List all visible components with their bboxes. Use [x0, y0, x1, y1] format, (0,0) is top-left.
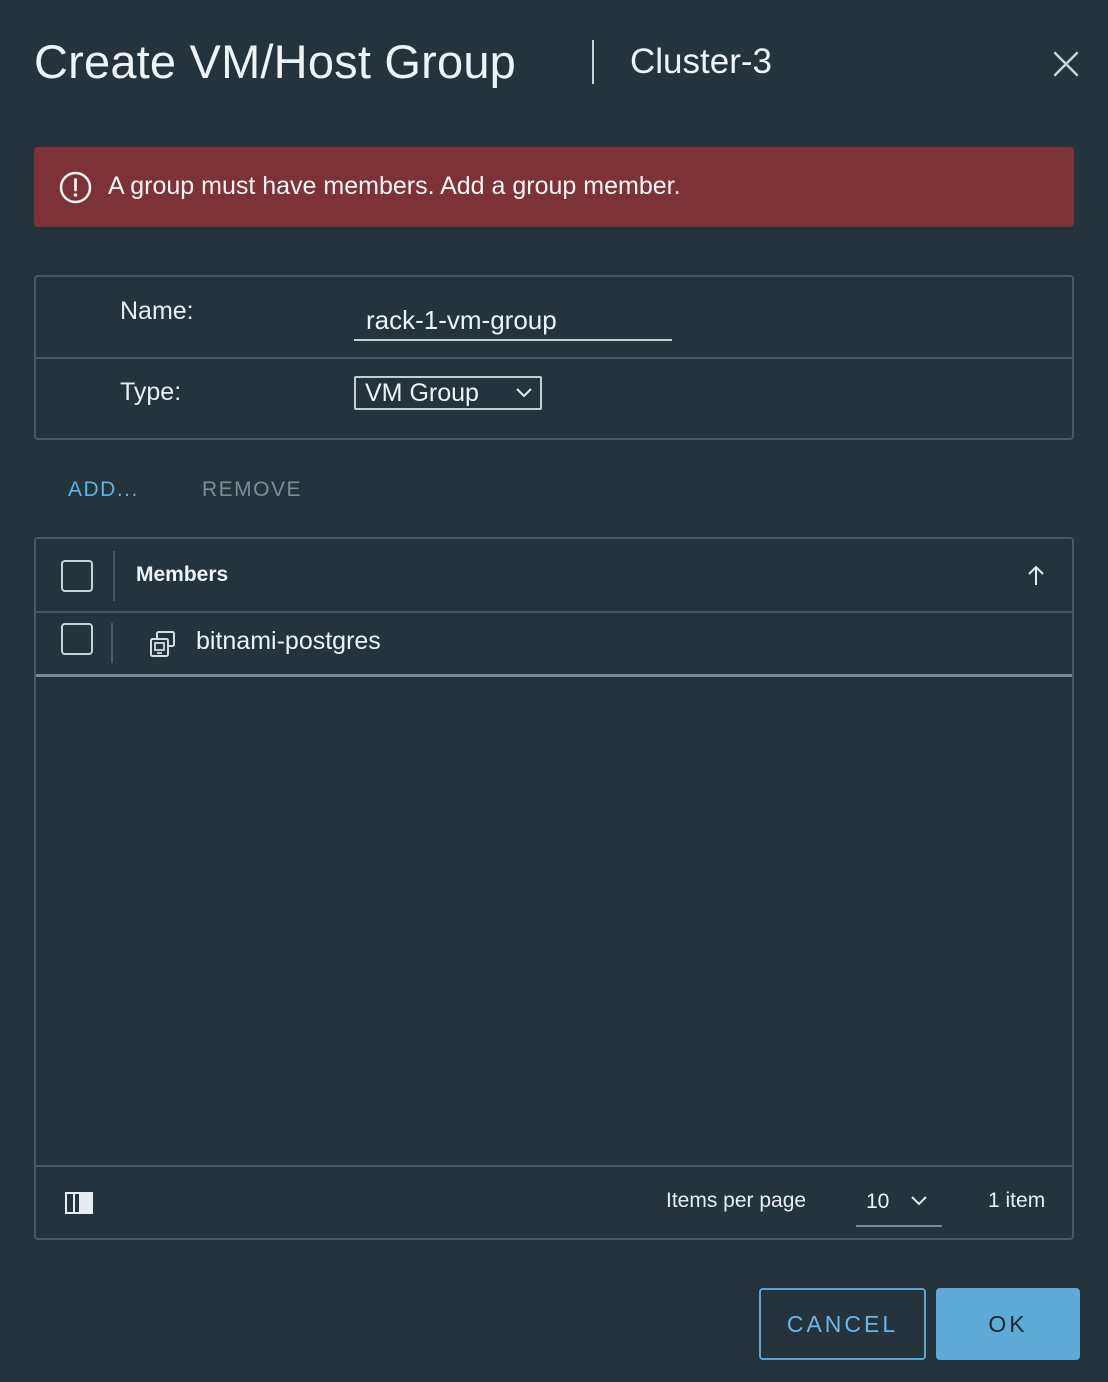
items-per-page-label: Items per page — [666, 1189, 807, 1212]
add-member-button[interactable]: ADD... — [68, 478, 139, 502]
name-input[interactable] — [354, 293, 672, 341]
item-count: 1 item — [988, 1189, 1046, 1212]
select-all-checkbox[interactable] — [61, 560, 93, 592]
ok-button[interactable]: OK — [936, 1288, 1080, 1360]
members-datagrid: Members bitnami-postgres Items per page … — [34, 537, 1074, 1240]
dialog-subtitle: Cluster-3 — [630, 42, 772, 81]
type-select[interactable]: VM Group — [354, 376, 542, 410]
name-label: Name: — [120, 297, 194, 325]
title-divider — [592, 40, 594, 84]
alert-message: A group must have members. Add a group m… — [108, 172, 681, 200]
close-button[interactable] — [1046, 44, 1086, 84]
cancel-button[interactable]: CANCEL — [759, 1288, 926, 1360]
type-select-value: VM Group — [365, 379, 479, 407]
chevron-down-icon — [911, 1196, 927, 1206]
error-alert: A group must have members. Add a group m… — [34, 147, 1074, 227]
column-toggle-icon[interactable] — [64, 1191, 94, 1215]
error-circle-icon — [59, 171, 92, 204]
table-row: bitnami-postgres — [36, 613, 1072, 677]
row-checkbox[interactable] — [61, 623, 93, 655]
datagrid-footer: Items per page 10 1 item — [36, 1165, 1072, 1240]
group-form: Name: Type: VM Group — [34, 275, 1074, 440]
datagrid-header: Members — [36, 539, 1072, 613]
remove-member-button: REMOVE — [202, 478, 303, 501]
chevron-down-icon — [516, 388, 532, 398]
column-separator — [111, 623, 113, 663]
column-separator — [113, 551, 115, 601]
form-divider — [36, 357, 1072, 359]
sort-ascending-icon[interactable] — [1024, 563, 1048, 589]
close-icon — [1053, 51, 1079, 77]
vm-icon — [150, 631, 175, 657]
items-per-page-select[interactable]: 10 — [856, 1179, 942, 1227]
member-name: bitnami-postgres — [196, 627, 381, 655]
dialog-title: Create VM/Host Group — [34, 35, 517, 88]
create-vm-host-group-dialog: Create VM/Host Group Cluster-3 A group m… — [0, 0, 1108, 1382]
items-per-page-value: 10 — [866, 1190, 890, 1213]
type-label: Type: — [120, 378, 182, 406]
members-column-header[interactable]: Members — [136, 563, 228, 587]
